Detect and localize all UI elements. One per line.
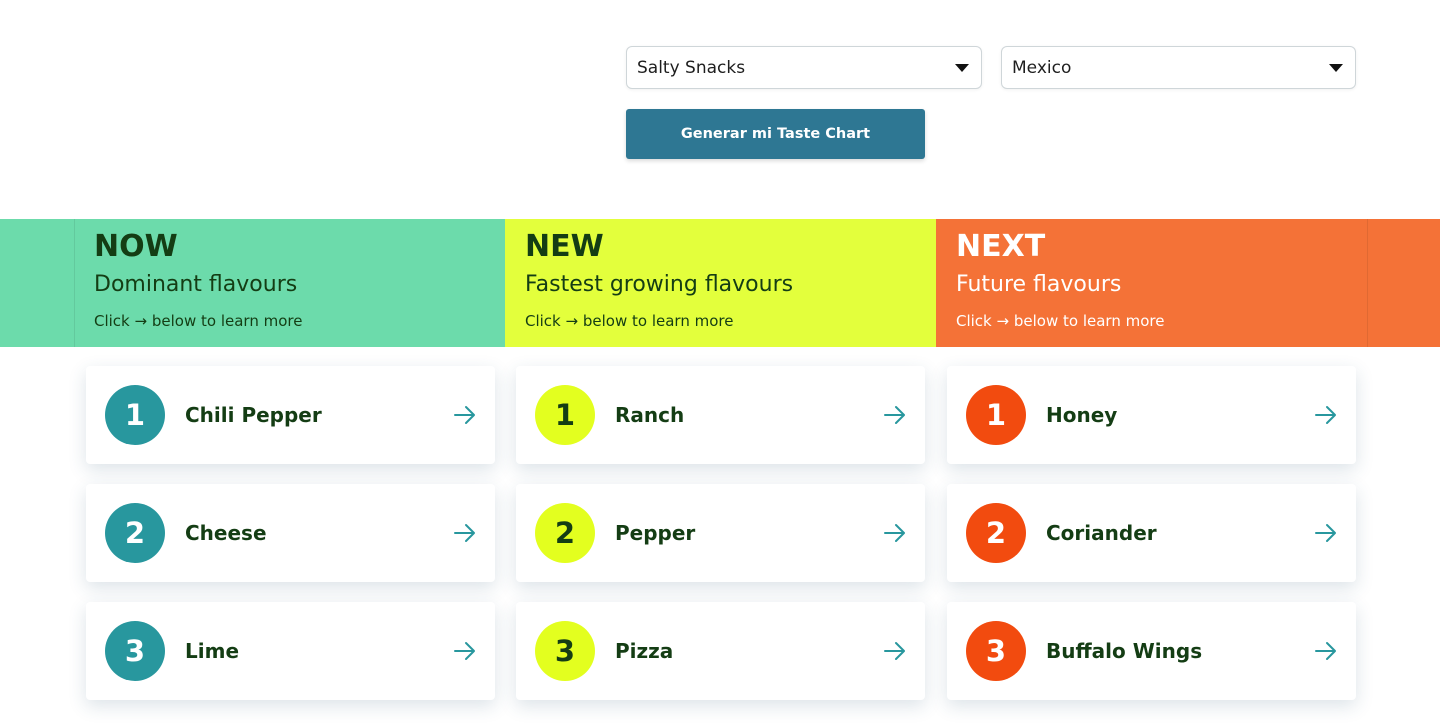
flavour-name: Chili Pepper — [185, 403, 322, 427]
new-title: NEW — [525, 229, 604, 264]
flavour-card[interactable]: 1 Chili Pepper — [86, 366, 495, 464]
rank-badge: 1 — [105, 385, 165, 445]
rank-badge: 2 — [105, 503, 165, 563]
next-header: NEXT Future flavours Click → below to le… — [956, 229, 1164, 331]
arrow-right-icon[interactable] — [453, 404, 477, 426]
arrow-right-icon[interactable] — [883, 640, 907, 662]
flavour-card[interactable]: 1 Honey — [947, 366, 1356, 464]
country-select[interactable]: Mexico — [1001, 46, 1356, 89]
flavour-name: Pepper — [615, 521, 696, 545]
hint-prefix: Click — [94, 312, 130, 330]
category-select[interactable]: Salty Snacks — [626, 46, 982, 89]
new-header: NEW Fastest growing flavours Click → bel… — [525, 229, 793, 331]
arrow-right-icon[interactable] — [1314, 640, 1338, 662]
flavour-name: Buffalo Wings — [1046, 639, 1203, 663]
flavour-card[interactable]: 3 Pizza — [516, 602, 925, 700]
divider — [74, 219, 75, 347]
generate-taste-chart-button[interactable]: Generar mi Taste Chart — [626, 109, 925, 159]
hint-prefix: Click — [525, 312, 561, 330]
hint-prefix: Click — [956, 312, 992, 330]
arrow-right-icon[interactable] — [453, 640, 477, 662]
arrow-right-icon: → — [565, 312, 579, 330]
now-hint: Click → below to learn more — [94, 311, 302, 331]
next-hint: Click → below to learn more — [956, 311, 1164, 331]
flavour-card[interactable]: 1 Ranch — [516, 366, 925, 464]
rank-badge: 2 — [535, 503, 595, 563]
category-select-value: Salty Snacks — [637, 57, 746, 78]
flavour-name: Honey — [1046, 403, 1118, 427]
hint-suffix: below to learn more — [582, 312, 734, 330]
arrow-right-icon[interactable] — [1314, 404, 1338, 426]
chevron-down-icon — [955, 64, 969, 72]
flavour-name: Coriander — [1046, 521, 1157, 545]
new-subtitle: Fastest growing flavours — [525, 272, 794, 297]
flavour-name: Lime — [185, 639, 240, 663]
hint-suffix: below to learn more — [1013, 312, 1165, 330]
arrow-right-icon[interactable] — [883, 522, 907, 544]
rank-badge: 1 — [966, 385, 1026, 445]
rank-badge: 2 — [966, 503, 1026, 563]
country-select-value: Mexico — [1012, 57, 1072, 78]
flavour-card[interactable]: 2 Cheese — [86, 484, 495, 582]
rank-badge: 3 — [966, 621, 1026, 681]
chevron-down-icon — [1329, 64, 1343, 72]
now-subtitle: Dominant flavours — [94, 272, 298, 297]
flavour-card[interactable]: 3 Lime — [86, 602, 495, 700]
next-subtitle: Future flavours — [956, 272, 1122, 297]
new-hint: Click → below to learn more — [525, 311, 793, 331]
rank-badge: 3 — [535, 621, 595, 681]
flavour-name: Cheese — [185, 521, 267, 545]
rank-badge: 1 — [535, 385, 595, 445]
now-title: NOW — [94, 229, 178, 264]
arrow-right-icon: → — [996, 312, 1010, 330]
now-header: NOW Dominant flavours Click → below to l… — [94, 229, 302, 331]
arrow-right-icon[interactable] — [453, 522, 477, 544]
hint-suffix: below to learn more — [151, 312, 303, 330]
flavour-card[interactable]: 2 Coriander — [947, 484, 1356, 582]
arrow-right-icon: → — [134, 312, 148, 330]
flavour-name: Ranch — [615, 403, 685, 427]
arrow-right-icon[interactable] — [1314, 522, 1338, 544]
rank-badge: 3 — [105, 621, 165, 681]
flavour-card[interactable]: 2 Pepper — [516, 484, 925, 582]
next-title: NEXT — [956, 229, 1046, 264]
flavour-name: Pizza — [615, 639, 674, 663]
flavour-card[interactable]: 3 Buffalo Wings — [947, 602, 1356, 700]
divider — [1367, 219, 1368, 347]
arrow-right-icon[interactable] — [883, 404, 907, 426]
